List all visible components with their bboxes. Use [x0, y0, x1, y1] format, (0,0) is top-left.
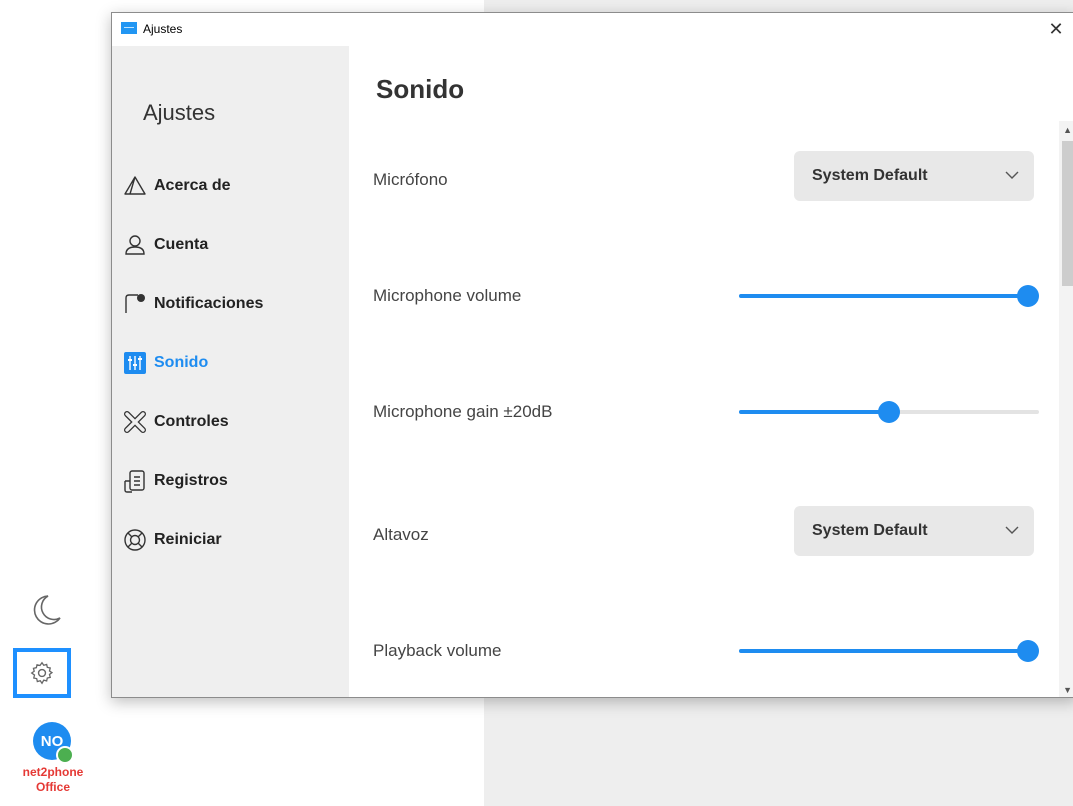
sidebar-item-label: Controles	[154, 413, 229, 430]
triangle-icon	[124, 176, 146, 195]
page-title: Sonido	[376, 74, 465, 104]
microphone-select[interactable]: System Default	[794, 151, 1034, 201]
title-bar: Ajustes ✕	[112, 13, 1073, 46]
microphone-volume-label: Microphone volume	[373, 286, 522, 305]
sidebar-item-sonido[interactable]: Sonido	[122, 348, 208, 378]
chevron-down-icon	[1005, 171, 1019, 179]
window-title: Ajustes	[143, 22, 183, 36]
presence-indicator	[56, 746, 74, 764]
settings-dialog: Ajustes ✕ Ajustes Acerca de Cuenta Notif…	[111, 12, 1073, 698]
brand-label: net2phone Office	[8, 765, 98, 795]
brand-line2: Office	[35, 780, 70, 794]
speaker-select-value: System Default	[812, 522, 928, 539]
scroll-up-icon[interactable]: ▲	[1063, 125, 1072, 135]
scrollbar-thumb[interactable]	[1062, 141, 1073, 286]
settings-sidebar: Ajustes Acerca de Cuenta Notificaciones …	[112, 46, 349, 697]
scroll-down-icon[interactable]: ▼	[1063, 685, 1072, 695]
sidebar-title: Ajustes	[143, 100, 216, 125]
sliders-icon	[124, 352, 146, 374]
close-button[interactable]: ✕	[1036, 13, 1073, 46]
sidebar-item-cuenta[interactable]: Cuenta	[122, 230, 208, 260]
sidebar-item-label: Notificaciones	[154, 295, 264, 312]
settings-content: Sonido Micrófono System Default Micropho…	[349, 46, 1073, 697]
sidebar-item-label: Registros	[154, 472, 228, 489]
microphone-gain-slider[interactable]	[739, 400, 1039, 424]
playback-volume-label: Playback volume	[373, 641, 502, 660]
moon-icon[interactable]	[26, 590, 66, 630]
gear-icon	[30, 661, 54, 685]
user-icon	[125, 235, 145, 255]
slider-fill	[739, 294, 1028, 298]
sidebar-item-controles[interactable]: Controles	[122, 407, 229, 437]
speaker-select[interactable]: System Default	[794, 506, 1034, 556]
sidebar-item-reiniciar[interactable]: Reiniciar	[122, 525, 222, 555]
app-icon	[121, 22, 137, 34]
speaker-label: Altavoz	[373, 525, 429, 544]
sidebar-item-label: Reiniciar	[154, 531, 222, 548]
controls-icon	[124, 411, 146, 433]
sidebar-item-registros[interactable]: Registros	[122, 466, 228, 496]
slider-thumb[interactable]	[878, 401, 900, 423]
notification-icon	[125, 294, 145, 313]
slider-thumb[interactable]	[1017, 640, 1039, 662]
chevron-down-icon	[1005, 526, 1019, 534]
slider-fill	[739, 649, 1028, 653]
lifebuoy-icon	[124, 529, 146, 551]
sidebar-item-acerca-de[interactable]: Acerca de	[122, 171, 231, 201]
slider-thumb[interactable]	[1017, 285, 1039, 307]
sidebar-item-label: Sonido	[154, 354, 209, 371]
brand-line1: net2phone	[22, 765, 84, 779]
sidebar-item-label: Acerca de	[154, 177, 231, 194]
logs-icon	[124, 470, 145, 493]
settings-button[interactable]	[13, 648, 71, 698]
microphone-label: Micrófono	[373, 170, 448, 189]
slider-fill	[739, 410, 889, 414]
microphone-select-value: System Default	[812, 167, 928, 184]
sidebar-item-notificaciones[interactable]: Notificaciones	[122, 289, 263, 319]
microphone-gain-label: Microphone gain ±20dB	[373, 402, 553, 421]
sidebar-item-label: Cuenta	[154, 236, 209, 253]
microphone-volume-slider[interactable]	[739, 284, 1039, 308]
playback-volume-slider[interactable]	[739, 639, 1039, 663]
close-icon: ✕	[1048, 19, 1064, 39]
